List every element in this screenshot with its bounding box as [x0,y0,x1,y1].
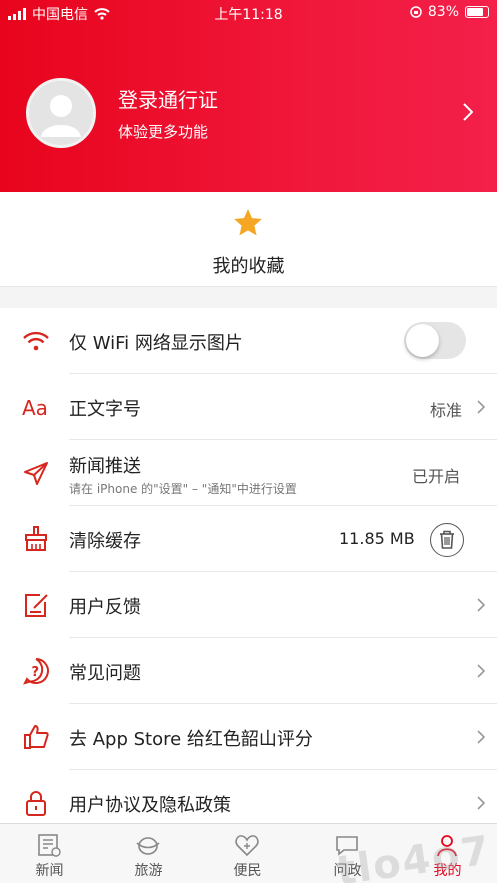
person-icon [437,835,457,857]
row-title: 去 App Store 给红色韶山评分 [69,729,313,750]
settings-list: 仅 WiFi 网络显示图片 Aa 正文字号 标准 新闻推送 请在 iPhone … [0,308,497,836]
chevron-right-icon [477,664,485,678]
feedback-icon [25,594,48,617]
avatar[interactable] [26,78,96,148]
chat-icon [336,836,358,856]
toggle-knob [406,324,439,357]
chevron-right-icon [477,796,485,810]
push-status-value: 已开启 [412,467,461,486]
bottom-tab-bar: 新闻 旅游 便民 问政 我的 [0,823,497,883]
broom-icon [25,526,47,551]
push-notification-row[interactable]: 新闻推送 请在 iPhone 的"设置" – "通知"中进行设置 已开启 [0,440,497,506]
rate-app-row[interactable]: 去 App Store 给红色韶山评分 [0,704,497,770]
profile-header: 中国电信 上午11:18 83% 登录通行证 体验更多功能 [0,0,497,192]
row-title: 用户反馈 [69,597,141,618]
tab-label: 我的 [433,863,462,879]
paper-plane-icon [24,462,48,485]
tab-politics[interactable]: 问政 [298,824,397,883]
row-title: 常见问题 [69,663,141,684]
chevron-right-icon [477,730,485,744]
chevron-right-icon[interactable] [463,103,473,121]
status-bar: 中国电信 上午11:18 83% [0,0,497,26]
question-icon: ? [23,658,49,685]
trash-button[interactable] [430,523,464,557]
travel-icon [136,837,160,855]
trash-icon [440,530,454,549]
font-size-row[interactable]: Aa 正文字号 标准 [0,374,497,440]
row-title: 新闻推送 [69,456,141,477]
lock-icon [26,791,46,816]
svg-text:Aa: Aa [22,396,48,420]
feedback-row[interactable]: 用户反馈 [0,572,497,638]
tab-travel[interactable]: 旅游 [99,824,198,883]
tab-label: 旅游 [134,863,163,879]
heart-plus-icon [235,835,259,857]
wifi-icon [23,331,49,351]
row-title: 正文字号 [69,399,141,420]
tab-services[interactable]: 便民 [198,824,297,883]
tab-news[interactable]: 新闻 [0,824,99,883]
row-title: 仅 WiFi 网络显示图片 [69,333,243,354]
default-user-icon [41,95,81,137]
star-icon [234,209,262,236]
cache-size-value: 11.85 MB [339,529,415,548]
tab-mine[interactable]: 我的 [398,824,497,883]
row-title: 清除缓存 [69,531,141,552]
login-subtitle: 体验更多功能 [118,123,209,141]
login-row[interactable]: 登录通行证 体验更多功能 [0,70,497,160]
wifi-images-row: 仅 WiFi 网络显示图片 [0,308,497,374]
faq-row[interactable]: ? 常见问题 [0,638,497,704]
row-title: 用户协议及隐私政策 [69,795,231,816]
battery-icon [465,6,489,18]
login-title[interactable]: 登录通行证 [118,84,218,113]
wifi-images-toggle[interactable] [404,322,466,359]
thumbs-up-icon [24,725,49,749]
svg-text:?: ? [32,665,40,680]
news-icon [38,834,61,857]
rotation-lock-icon [410,6,422,18]
battery-percent: 83% [427,4,459,20]
font-size-icon: Aa [22,396,48,420]
chevron-right-icon [477,598,485,612]
tab-label: 新闻 [35,863,64,879]
tab-label: 问政 [333,863,362,879]
tab-label: 便民 [233,863,262,879]
row-subtitle: 请在 iPhone 的"设置" – "通知"中进行设置 [69,482,297,496]
font-size-value: 标准 [430,401,463,420]
favorites-button[interactable]: 我的收藏 [0,192,497,287]
favorites-label: 我的收藏 [212,256,285,277]
chevron-right-icon [477,400,485,414]
clear-cache-row[interactable]: 清除缓存 11.85 MB [0,506,497,572]
